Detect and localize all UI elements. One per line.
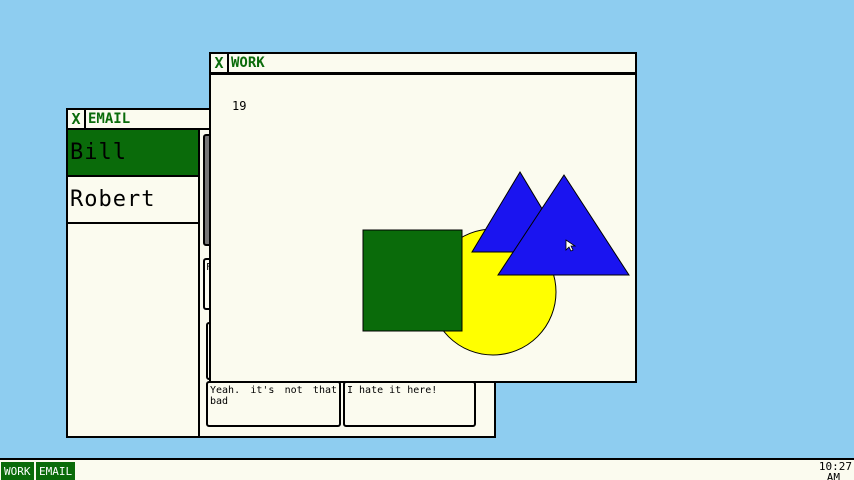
green-square-shape[interactable]: [362, 229, 463, 332]
taskbar-email-button[interactable]: EMAIL: [36, 462, 76, 480]
message-bubble: Yeah. it's not that bad: [206, 381, 341, 427]
message-text: Yeah. it's not that bad: [210, 385, 337, 407]
email-window-title: EMAIL: [88, 111, 131, 127]
taskbar-work-button[interactable]: WORK: [1, 462, 34, 480]
contact-item-bill[interactable]: Bill: [68, 130, 198, 177]
contact-list: Bill Robert: [68, 130, 200, 436]
taskbar: WORK EMAIL 10:27 AM: [0, 458, 854, 480]
message-text: I hate it here!: [347, 385, 438, 396]
contact-item-robert[interactable]: Robert: [68, 177, 198, 224]
email-close-button[interactable]: X: [68, 110, 86, 128]
clock-ampm: AM: [826, 471, 840, 480]
work-window[interactable]: X WORK 19: [209, 52, 637, 383]
message-bubble: I hate it here!: [343, 381, 476, 427]
taskbar-clock: 10:27 AM: [819, 461, 852, 480]
work-canvas[interactable]: [211, 54, 635, 381]
